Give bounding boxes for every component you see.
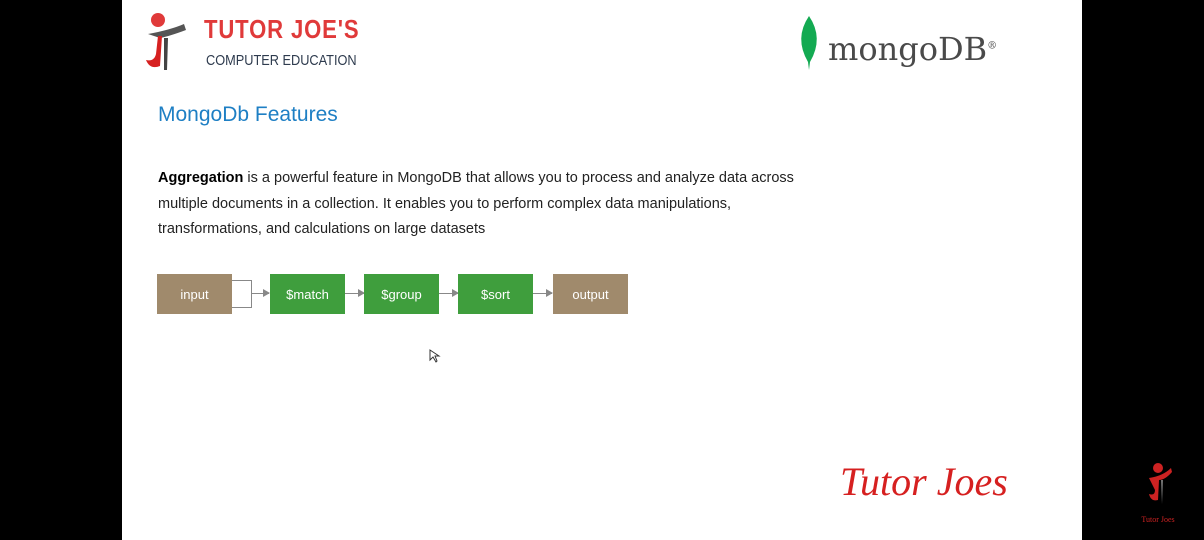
arrow [439,289,459,297]
tutor-joes-logo-icon [146,13,186,70]
brand-subtitle: COMPUTER EDUCATION [206,52,357,69]
mongodb-wordmark: mongoDB [828,30,988,68]
pipeline-stage-group: $group [364,274,439,314]
brand-title: TUTOR JOE'S [204,14,360,44]
pipeline-stage-match: $match [270,274,345,314]
arrow [345,289,365,297]
arrow [533,289,553,297]
slide-heading: MongoDb Features [158,103,338,126]
tutor-joes-watermark-icon [1149,463,1172,504]
mouse-cursor-icon [429,349,441,363]
input-bracket [232,280,252,308]
paragraph-text: is a powerful feature in MongoDB that al… [158,170,794,237]
pipeline-stage-output: output [553,274,628,314]
mongodb-logo-text: mongoDB® [828,30,998,68]
pipeline-stage-sort: $sort [458,274,533,314]
watermark-text: Tutor Joes [1141,515,1175,524]
description-paragraph: Aggregation is a powerful feature in Mon… [158,166,798,243]
pipeline-stage-input: input [157,274,232,314]
tutor-joes-signature: Tutor Joes [840,459,1008,504]
mongodb-leaf-icon [801,16,817,70]
watermark: Tutor Joes [1138,460,1178,524]
slide: TUTOR JOE'S COMPUTER EDUCATION mongoDB® … [122,0,1082,540]
bold-term: Aggregation [158,170,244,186]
arrow [252,289,270,297]
